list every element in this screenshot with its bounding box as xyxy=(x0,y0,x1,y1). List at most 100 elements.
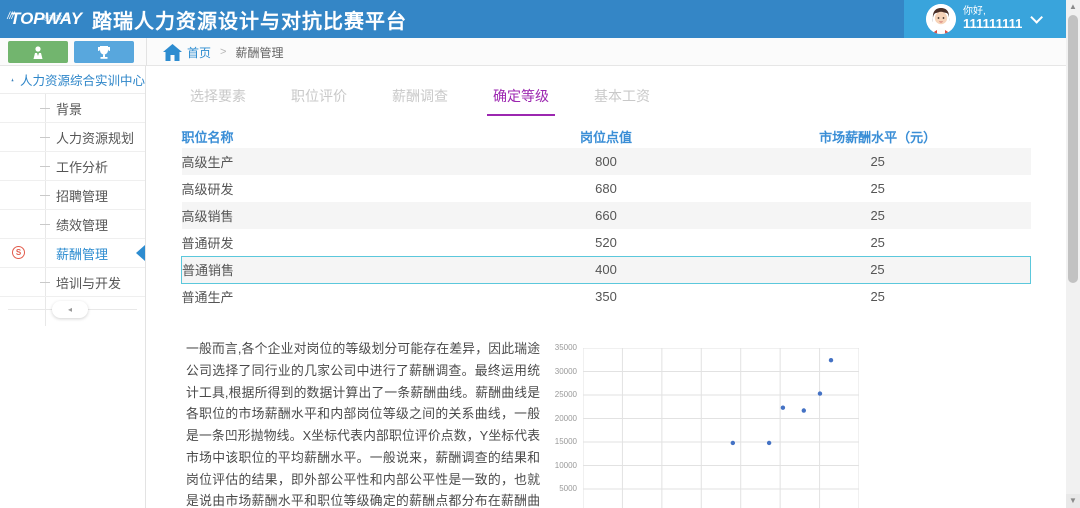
cell-salary: 25 xyxy=(724,148,1031,175)
breadcrumb-home-link[interactable]: 首页 xyxy=(187,44,211,61)
sidebar-center-title[interactable]: 人力资源综合实训中心 xyxy=(0,66,145,94)
person-icon xyxy=(11,78,14,81)
cell-salary: 25 xyxy=(870,234,885,250)
scatter-point xyxy=(817,391,823,396)
sidebar-item-recruitment[interactable]: 招聘管理 xyxy=(0,181,145,210)
sidebar-item-training[interactable]: 培训与开发 xyxy=(0,268,145,297)
sidebar-item-label: 背景 xyxy=(56,101,83,117)
y-axis-tick-label: 10000 xyxy=(554,460,577,470)
salary-curve-description: 一般而言,各个企业对岗位的等级划分可能存在差异，因此瑞途公司选择了同行业的几家公… xyxy=(186,341,540,508)
top-header-bar: ⫻ TOPWAY 踏瑞软件 踏瑞人力资源设计与对抗比赛平台 你好, 111111… xyxy=(0,0,1066,38)
y-axis-tick-label: 30000 xyxy=(554,366,577,376)
col-header-position-name: 职位名称 xyxy=(181,130,234,145)
item-tick xyxy=(40,166,50,167)
sidebar-item-compensation[interactable]: S 薪酬管理 xyxy=(0,239,145,268)
chart-y-axis: 5000 10000 15000 20000 25000 30000 35000 xyxy=(543,340,579,508)
y-axis-tick-label: 25000 xyxy=(554,390,577,399)
sidebar-item-background[interactable]: 背景 xyxy=(0,94,145,123)
logo-wing-icon: ⫻ xyxy=(6,10,16,22)
sidebar-center-title-label: 人力资源综合实训中心 xyxy=(19,74,145,88)
cell-salary: 25 xyxy=(870,289,885,305)
sidebar: 人力资源综合实训中心 背景 人力资源规划 工作分析 招聘管理 绩效管理 S 薪酬… xyxy=(0,66,146,508)
topway-logo[interactable]: ⫻ TOPWAY 踏瑞软件 xyxy=(0,10,92,29)
col-header-point-value: 岗位点值 xyxy=(579,130,632,145)
sidebar-item-label: 培训与开发 xyxy=(56,275,122,291)
tab-base-salary[interactable]: 基本工资 xyxy=(590,86,654,116)
sidebar-item-job-analysis[interactable]: 工作分析 xyxy=(0,152,145,181)
table-row[interactable]: 高级研发 680 25 xyxy=(182,175,1031,202)
cell-position: 普通销售 xyxy=(181,255,488,284)
y-axis-tick-label: 15000 xyxy=(554,437,577,446)
tab-select-factors[interactable]: 选择要素 xyxy=(186,86,250,116)
logo-subtext: 踏瑞软件 xyxy=(42,15,71,22)
status-s-icon: S xyxy=(12,246,25,259)
cell-salary: 25 xyxy=(870,181,885,196)
trophy-mode-icon xyxy=(98,45,110,59)
person-mode-icon xyxy=(33,45,43,59)
breadcrumb-current: 薪酬管理 xyxy=(235,45,284,60)
sidebar-item-label: 薪酬管理 xyxy=(56,246,109,262)
scroll-up-icon[interactable]: ▲ xyxy=(1066,0,1080,14)
page: ⫻ TOPWAY 踏瑞软件 踏瑞人力资源设计与对抗比赛平台 你好, 111111… xyxy=(0,0,1080,508)
cell-position: 普通生产 xyxy=(181,290,234,306)
scatter-point xyxy=(801,408,806,413)
practice-mode-button[interactable] xyxy=(8,41,68,63)
vertical-scrollbar[interactable]: ▲ ▼ xyxy=(1066,0,1080,508)
toolbar-breadcrumb-bar: 首页 > 薪酬管理 xyxy=(0,38,1066,66)
scatter-point xyxy=(766,440,772,446)
user-name: 111111111 xyxy=(963,16,1023,32)
salary-scatter-plot xyxy=(583,348,859,508)
table-row[interactable]: 高级生产 800 25 xyxy=(181,148,1031,175)
table-header-row: 职位名称 岗位点值 市场薪酬水平（元） xyxy=(182,125,1031,148)
home-icon[interactable] xyxy=(163,43,182,61)
item-tick xyxy=(40,137,50,138)
active-item-arrow-icon xyxy=(136,245,145,261)
sidebar-item-label: 工作分析 xyxy=(56,159,109,175)
sidebar-item-performance[interactable]: 绩效管理 xyxy=(0,210,145,239)
cell-points: 800 xyxy=(487,148,725,175)
table-row-selected[interactable]: 普通销售 400 25 xyxy=(181,255,1031,284)
col-header-market-salary: 市场薪酬水平（元） xyxy=(819,130,937,145)
table-row[interactable]: 普通生产 350 25 xyxy=(182,283,1031,310)
item-tick xyxy=(40,282,50,283)
chart-plot-area xyxy=(583,348,859,508)
user-menu[interactable]: 你好, 111111111 xyxy=(904,0,1066,38)
scrollbar-thumb[interactable] xyxy=(1068,15,1078,283)
y-axis-tick-label: 20000 xyxy=(554,413,577,423)
cell-points: 520 xyxy=(595,234,617,250)
cell-points: 680 xyxy=(595,181,617,196)
scatter-point xyxy=(780,405,786,410)
tab-determine-grade[interactable]: 确定等级 xyxy=(487,86,555,116)
item-tick xyxy=(40,108,50,109)
y-axis-tick-label: 5000 xyxy=(559,484,577,493)
scatter-point xyxy=(730,440,736,446)
item-tick xyxy=(40,224,50,225)
breadcrumb-separator: > xyxy=(220,46,227,58)
cell-points: 660 xyxy=(487,202,725,229)
cell-position: 高级销售 xyxy=(181,202,488,229)
scroll-down-icon[interactable]: ▼ xyxy=(1066,494,1080,508)
cell-points: 350 xyxy=(595,289,617,305)
sidebar-item-label: 绩效管理 xyxy=(56,217,109,233)
sidebar-item-hr-planning[interactable]: 人力资源规划 xyxy=(0,123,145,152)
cell-salary: 25 xyxy=(724,255,1031,284)
chevron-down-icon[interactable] xyxy=(1030,10,1044,24)
table-row[interactable]: 普通研发 520 25 xyxy=(182,229,1031,256)
scatter-point xyxy=(828,358,834,363)
tab-salary-survey[interactable]: 薪酬调查 xyxy=(388,86,452,116)
cell-salary: 25 xyxy=(724,202,1031,229)
cell-position: 高级生产 xyxy=(181,148,488,175)
item-tick xyxy=(40,195,50,196)
cell-position: 高级研发 xyxy=(181,182,234,197)
sidebar-collapse-button[interactable]: ◂ xyxy=(52,301,88,318)
position-table: 职位名称 岗位点值 市场薪酬水平（元） 高级生产 800 25 高级研发 680… xyxy=(181,125,1031,310)
tab-bar: 选择要素 职位评价 薪酬调查 确定等级 基本工资 xyxy=(186,86,691,116)
sidebar-collapse-row: ◂ xyxy=(0,297,145,323)
sidebar-item-label: 人力资源规划 xyxy=(56,130,135,146)
main-content: 选择要素 职位评价 薪酬调查 确定等级 基本工资 职位名称 岗位点值 市场薪酬水… xyxy=(147,66,1066,508)
table-row[interactable]: 高级销售 660 25 xyxy=(181,202,1031,229)
tab-position-evaluation[interactable]: 职位评价 xyxy=(287,86,351,116)
avatar xyxy=(926,4,956,34)
competition-mode-button[interactable] xyxy=(74,41,134,63)
breadcrumb: 首页 > 薪酬管理 xyxy=(163,38,283,66)
